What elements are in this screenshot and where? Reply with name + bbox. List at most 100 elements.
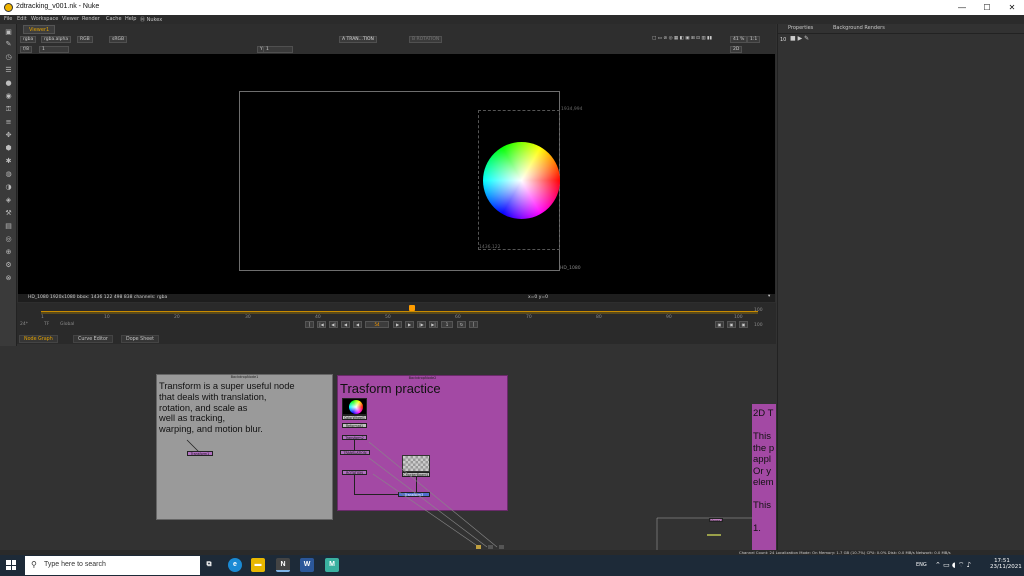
tf-select[interactable]: TF — [44, 322, 49, 327]
tab-properties[interactable]: Properties — [788, 25, 813, 31]
tab-background-renders[interactable]: Background Renders — [833, 25, 885, 31]
maya-icon[interactable]: M — [325, 558, 339, 572]
step-back-button[interactable]: ◀ — [341, 321, 350, 328]
prev-keyframe-button[interactable]: ◀| — [329, 321, 338, 328]
zoom-select[interactable]: 41 % — [730, 36, 748, 43]
task-view-icon[interactable]: ⧉ — [202, 558, 216, 572]
tab-node-graph[interactable]: Node Graph — [19, 335, 58, 343]
windows-start-icon[interactable] — [6, 560, 16, 570]
input-b-select[interactable]: B ROTATION — [409, 36, 443, 43]
nuke-taskbar-icon[interactable]: N — [276, 558, 290, 572]
fps-select[interactable]: 24* — [20, 322, 28, 327]
other-tools-icon[interactable]: ▤ — [4, 222, 13, 230]
tab-dope-sheet[interactable]: Dope Sheet — [121, 335, 160, 343]
input-a-select[interactable]: A TRAN...TION — [339, 36, 377, 43]
settings-toggle-icon[interactable]: ▣ — [739, 321, 748, 328]
first-frame-button[interactable]: |◀ — [317, 321, 326, 328]
menu-help[interactable]: Help — [125, 16, 136, 22]
metadata-tools-icon[interactable]: ◈ — [4, 196, 13, 204]
edge-icon[interactable]: e — [228, 558, 242, 572]
last-frame-button[interactable]: ▶| — [429, 321, 438, 328]
node-dot[interactable] — [499, 545, 504, 549]
colorwheel-image — [483, 142, 560, 219]
toolsets-icon[interactable]: ⚒ — [4, 209, 13, 217]
next-keyframe-button[interactable]: |▶ — [417, 321, 426, 328]
properties-panel: Properties Background Renders 10 ■ ▶ ✎ — [777, 24, 1024, 550]
3d-tools-icon[interactable]: ⬢ — [4, 144, 13, 152]
backdrop-text: 2D T This the p appl Or y elem This 1. — [753, 408, 775, 534]
viewer-lut-select[interactable]: sRGB — [109, 36, 128, 43]
node-small[interactable] — [707, 534, 721, 536]
range-mode-select[interactable]: Global — [60, 322, 74, 327]
menu-render[interactable]: Render — [82, 16, 100, 22]
file-explorer-icon[interactable]: ▬ — [251, 558, 265, 572]
channels-select[interactable]: rgba — [20, 36, 37, 43]
menu-workspace[interactable]: Workspace — [31, 16, 58, 22]
view-mode-select[interactable]: 2D — [730, 46, 743, 53]
current-frame-field[interactable]: 54 — [365, 321, 389, 328]
play-backward-button[interactable]: ◀ — [353, 321, 362, 328]
menu-viewer[interactable]: Viewer — [62, 16, 79, 22]
cache-toggle-icon[interactable]: ▣ — [715, 321, 724, 328]
menu-edit[interactable]: Edit — [17, 16, 27, 22]
menu-bar: File Edit Workspace Viewer Render Cache … — [0, 15, 1024, 24]
proxy-toggle-icon[interactable]: ▣ — [727, 321, 736, 328]
filter-tools-icon[interactable]: ◉ — [4, 92, 13, 100]
ofx-icon[interactable]: ⊕ — [4, 248, 13, 256]
backdrop-node-3[interactable]: 2D T This the p appl Or y elem This 1. — [752, 404, 776, 550]
menu-nukex[interactable]: Ⓝ Nukex — [140, 16, 162, 23]
time-tools-icon[interactable]: ◷ — [4, 53, 13, 61]
menu-file[interactable]: File — [4, 16, 12, 22]
out-point-icon[interactable]: ] — [469, 321, 478, 328]
menu-cache[interactable]: Cache — [106, 16, 122, 22]
ratio-select[interactable]: 1:1 — [747, 36, 761, 43]
frame-label: f/8 — [20, 46, 32, 53]
in-point-field[interactable]: 1 — [441, 321, 453, 328]
tick-label: 40 — [315, 315, 321, 320]
in-point-icon[interactable]: [ — [305, 321, 314, 328]
playhead[interactable] — [409, 305, 415, 311]
loop-button[interactable]: ↻ — [457, 321, 466, 328]
transform-tools-icon[interactable]: ✥ — [4, 131, 13, 139]
word-icon[interactable]: W — [300, 558, 314, 572]
keyer-tools-icon[interactable]: ⚿ — [4, 105, 13, 113]
maximize-button[interactable]: ☐ — [975, 0, 999, 15]
nukex-icon[interactable]: ⊗ — [4, 274, 13, 282]
node-dot[interactable] — [488, 545, 493, 549]
minimize-button[interactable]: — — [950, 0, 974, 15]
node-merge1[interactable]: Merge1 — [709, 518, 723, 522]
tick-label: 80 — [596, 315, 602, 320]
tab-viewer1[interactable]: Viewer1 — [23, 25, 56, 34]
clock[interactable]: 17:51 23/11/2021 — [990, 558, 1022, 570]
gamma-field[interactable]: 1 — [263, 46, 293, 53]
display-channel-select[interactable]: RGB — [77, 36, 93, 43]
channel-tools-icon[interactable]: ☰ — [4, 66, 13, 74]
particles-icon[interactable]: ✱ — [4, 157, 13, 165]
timeline-track[interactable] — [41, 311, 758, 314]
plugins-icon[interactable]: ⚙ — [4, 261, 13, 269]
play-forward-button[interactable]: ▶ — [393, 321, 402, 328]
system-tray-icons[interactable]: ⌃ ▭ ◖ ⌔ ♪ — [935, 561, 971, 570]
deep-tools-icon[interactable]: ◍ — [4, 170, 13, 178]
views-tools-icon[interactable]: ◑ — [4, 183, 13, 191]
max-panels-field[interactable]: 10 — [780, 37, 786, 43]
bbox-top-label: 1934,994 — [561, 107, 583, 112]
tab-curve-editor[interactable]: Curve Editor — [73, 335, 113, 343]
properties-tools-icons[interactable]: ■ ▶ ✎ — [790, 35, 809, 42]
draw-tools-icon[interactable]: ✎ — [4, 40, 13, 48]
furnace-icon[interactable]: ◎ — [4, 235, 13, 243]
info-dropdown-icon[interactable]: ▾ — [768, 294, 770, 299]
viewer-canvas[interactable]: 1934,994 1436,122 HD_1080 — [18, 54, 775, 294]
gain-field[interactable]: 1 — [39, 46, 69, 53]
language-indicator[interactable]: ENG — [916, 562, 927, 568]
node-dot[interactable] — [476, 545, 481, 549]
color-tools-icon[interactable]: ● — [4, 79, 13, 87]
viewer-tools-icons[interactable]: □ ▭ ⊘ ◎ ▦ ◧ ▣ ⊞ ⊡ ▥ ▮▮ — [650, 36, 714, 43]
step-forward-button[interactable]: ▶ — [405, 321, 414, 328]
close-button[interactable]: ✕ — [1000, 0, 1024, 15]
merge-tools-icon[interactable]: ≡ — [4, 118, 13, 126]
layer-select[interactable]: rgba.alpha — [41, 36, 72, 43]
taskbar-search-input[interactable]: ⚲ Type here to search — [25, 556, 200, 575]
node-graph-canvas[interactable]: BackdropNode1 Transform is a super usefu… — [17, 344, 776, 550]
image-tools-icon[interactable]: ▣ — [4, 28, 13, 36]
